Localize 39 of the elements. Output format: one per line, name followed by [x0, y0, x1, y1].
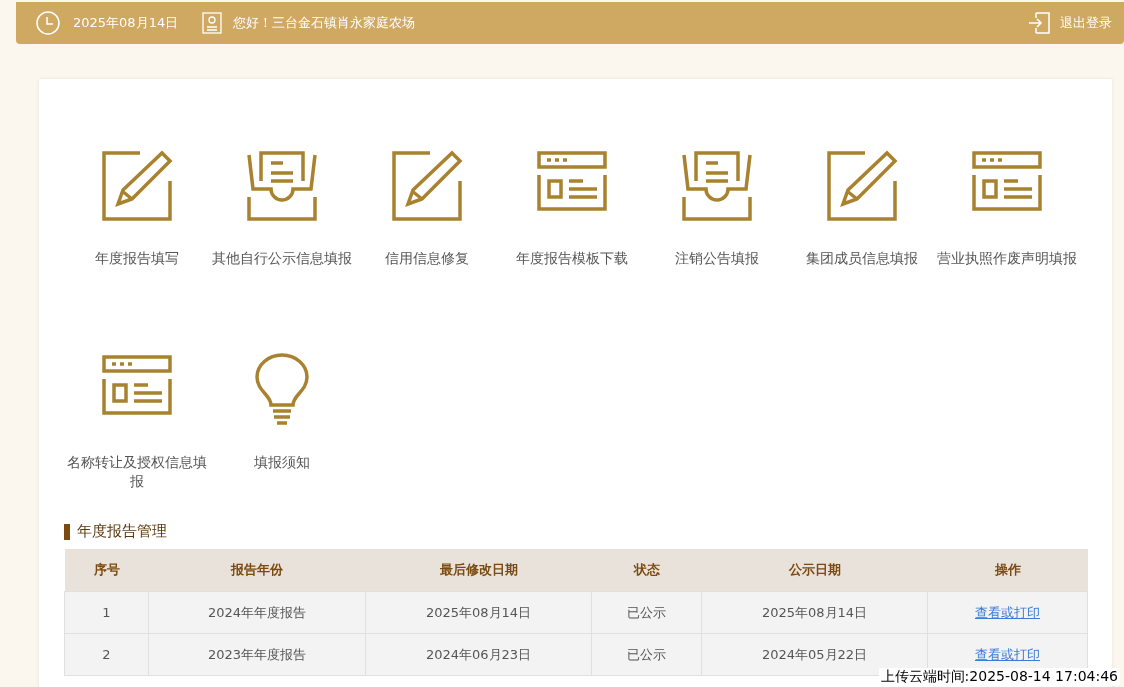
inbox-icon — [244, 149, 319, 223]
table-cell: 2024年06月23日 — [365, 633, 592, 676]
column-header: 状态 — [591, 549, 702, 592]
section-marker — [64, 523, 70, 540]
user-card-icon — [202, 12, 223, 34]
menu-item-label[interactable]: 名称转让及授权信息填报 — [64, 453, 209, 491]
table-cell: 2023年年度报告 — [148, 633, 366, 676]
edit-icon — [824, 149, 899, 223]
table-cell: 2 — [64, 633, 149, 676]
edit-icon — [389, 149, 464, 223]
column-header: 最后修改日期 — [365, 549, 592, 592]
menu-item-label[interactable]: 年度报告模板下载 — [499, 249, 644, 268]
logout-icon[interactable] — [1028, 12, 1050, 34]
menu-item-label[interactable]: 填报须知 — [209, 453, 354, 472]
column-header: 报告年份 — [148, 549, 366, 592]
table-cell: 2025年08月14日 — [365, 591, 592, 634]
menu-item-label[interactable]: 集团成员信息填报 — [789, 249, 934, 268]
menu-item-label[interactable]: 注销公告填报 — [644, 249, 789, 268]
menu-item-label[interactable]: 年度报告填写 — [64, 249, 209, 268]
table-cell: 已公示 — [591, 633, 702, 676]
menu-item-label[interactable]: 信用信息修复 — [354, 249, 499, 268]
menu-item-label[interactable]: 营业执照作废声明填报 — [934, 249, 1079, 268]
clock-icon — [36, 11, 60, 35]
current-date: 2025年08月14日 — [73, 14, 179, 32]
upload-timestamp: 上传云端时间:2025-08-14 17:04:46 — [878, 668, 1120, 685]
view-print-link[interactable]: 查看或打印 — [975, 646, 1040, 662]
inbox-icon — [679, 149, 754, 223]
table-cell: 已公示 — [591, 591, 702, 634]
section-title: 年度报告管理 — [77, 522, 167, 541]
greeting-text: 您好！三台金石镇肖永家庭农场 — [233, 14, 416, 32]
column-header: 序号 — [64, 549, 149, 592]
table-cell: 2024年年度报告 — [148, 591, 366, 634]
edit-icon — [99, 149, 174, 223]
table-cell: 1 — [64, 591, 149, 634]
menu-item-label[interactable]: 其他自行公示信息填报 — [209, 249, 354, 268]
table-cell: 2025年08月14日 — [701, 591, 928, 634]
column-header: 公示日期 — [701, 549, 928, 592]
view-print-link[interactable]: 查看或打印 — [975, 604, 1040, 620]
column-header: 操作 — [927, 549, 1088, 592]
